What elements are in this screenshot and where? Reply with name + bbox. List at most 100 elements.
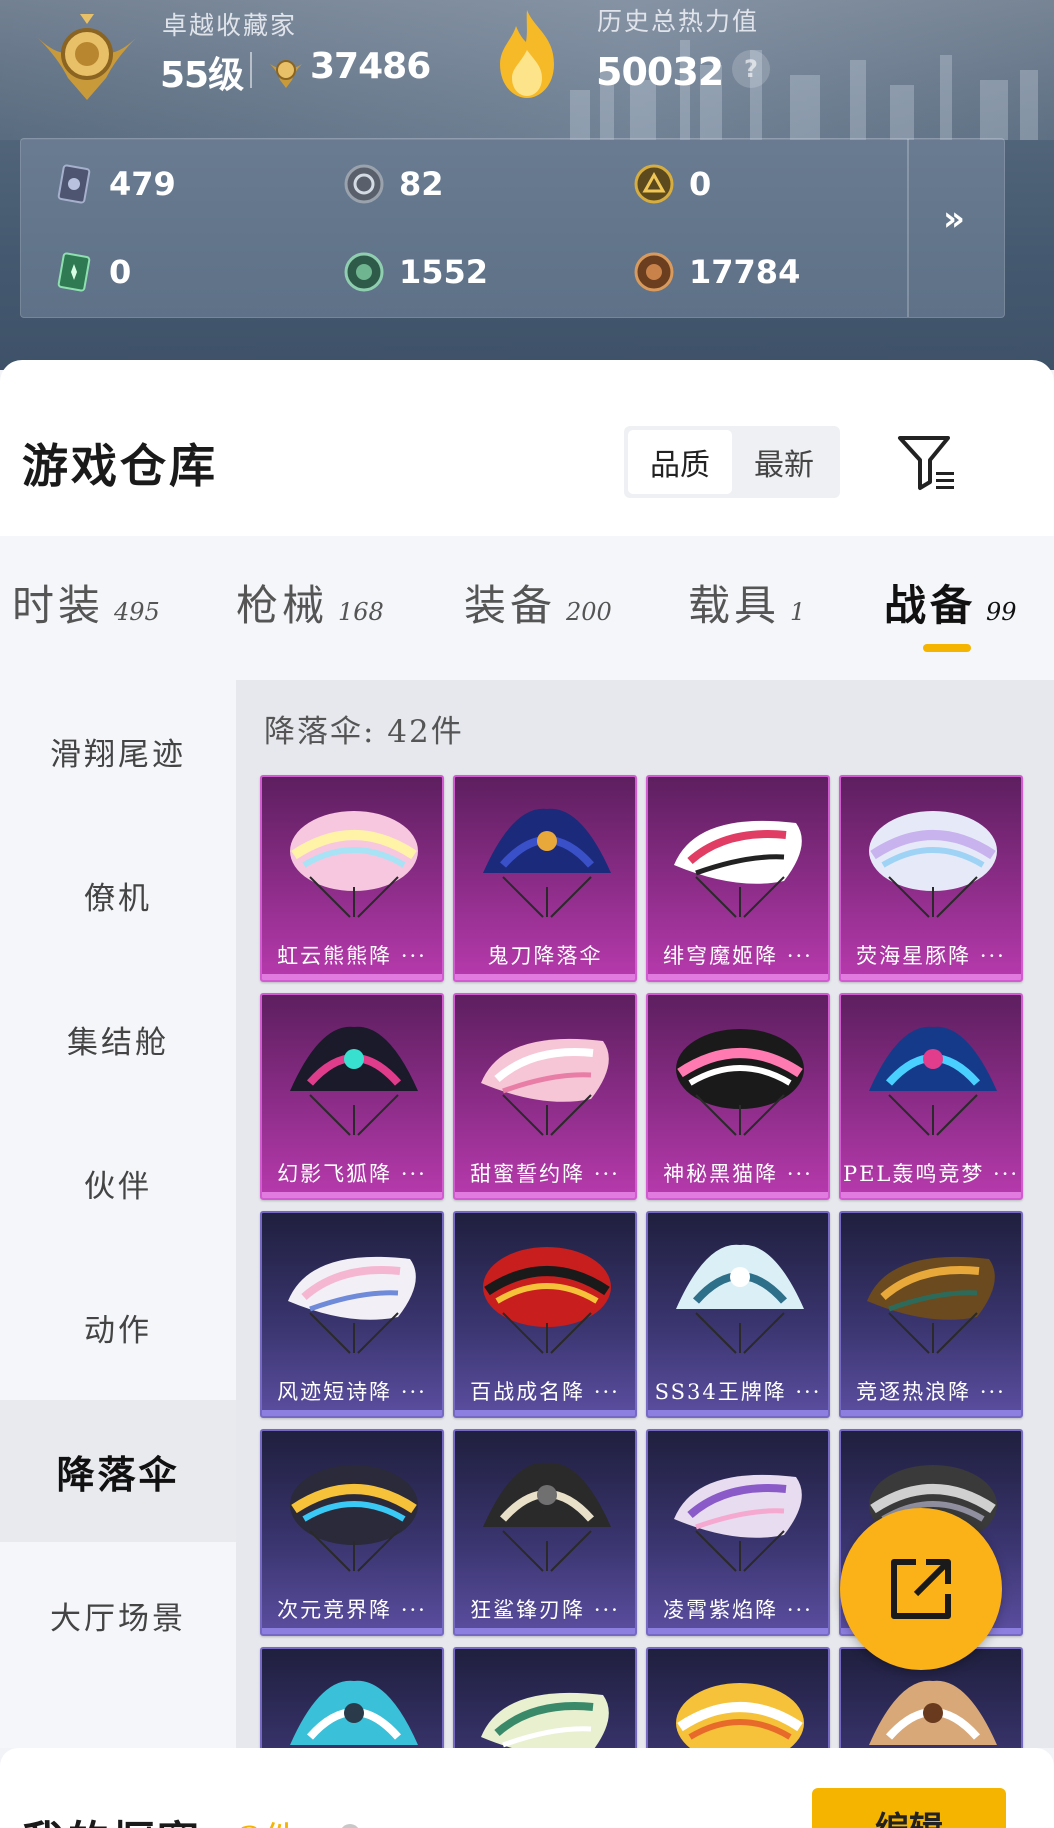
flame-icon (500, 10, 554, 98)
item-card[interactable]: 虹云熊熊降 ··· (260, 775, 444, 982)
parachute-icon (290, 1680, 418, 1745)
item-name: 竞逐热浪降 ··· (856, 1380, 1006, 1404)
tab-vehicles[interactable]: 载具 1 (688, 572, 805, 633)
parachute-icon (483, 1247, 611, 1354)
item-count-label: 降落伞: 42件 (264, 714, 464, 750)
item-card[interactable]: 甜蜜誓约降 ··· (453, 993, 637, 1200)
category-tabs: 时装 495 枪械 168 装备 200 载具 1 战备 99 (0, 536, 1054, 680)
rarity-bar (648, 1192, 828, 1198)
currency-value: 17784 (689, 253, 801, 291)
sort-quality-button[interactable]: 品质 (628, 430, 732, 494)
share-icon (891, 1559, 951, 1619)
help-icon[interactable]: ? (732, 50, 770, 88)
item-name: 虹云熊熊降 ··· (277, 944, 427, 968)
currency-item: 1552 (343, 251, 488, 293)
panel-divider (907, 139, 909, 317)
item-name: 鬼刀降落伞 (487, 944, 603, 968)
sidebar-item-companion[interactable]: 伙伴 (0, 1112, 236, 1254)
filter-icon[interactable] (896, 432, 958, 492)
item-name: 荧海星豚降 ··· (856, 944, 1006, 968)
rarity-bar (841, 1192, 1021, 1198)
item-card[interactable]: 神秘黑猫降 ··· (646, 993, 830, 1200)
item-name: 凌霄紫焰降 ··· (663, 1598, 813, 1622)
parachute-icon (290, 1026, 418, 1136)
parachute-icon (674, 1474, 802, 1572)
item-name: PEL轰鸣竞梦 ··· (842, 1162, 1020, 1186)
rarity-bar (455, 1628, 635, 1634)
item-name: 狂鲨锋刃降 ··· (470, 1598, 620, 1622)
sidebar-item-parachute[interactable]: 降落伞 (0, 1400, 236, 1542)
heat-title: 历史总热力值 (597, 7, 760, 36)
parachute-icon (676, 1683, 804, 1748)
sidebar-item-wingman[interactable]: 僚机 (0, 824, 236, 966)
item-name: 风迹短诗降 ··· (277, 1380, 427, 1404)
sidebar-item-lobby-scene[interactable]: 大厅场景 (0, 1544, 236, 1686)
showcase-title: 我的橱窗 (22, 1808, 202, 1828)
rarity-bar (262, 974, 442, 980)
tab-label: 装备 (464, 581, 557, 630)
parachute-icon (290, 1465, 418, 1572)
tab-equipment[interactable]: 装备 200 (464, 572, 612, 633)
rarity-bar (455, 1410, 635, 1416)
tab-label: 战备 (884, 581, 977, 630)
currency-value: 82 (399, 165, 444, 203)
item-name: 次元竞界降 ··· (277, 1598, 427, 1622)
item-card[interactable]: SS34王牌降 ··· (646, 1211, 830, 1418)
tab-weapons[interactable]: 枪械 168 (236, 572, 384, 633)
item-card[interactable] (453, 1647, 637, 1748)
silver-coin-icon (344, 164, 384, 204)
info-dot-icon[interactable] (340, 1824, 360, 1828)
item-card[interactable]: 凌霄紫焰降 ··· (646, 1429, 830, 1636)
rarity-bar (455, 1192, 635, 1198)
item-card[interactable]: 风迹短诗降 ··· (260, 1211, 444, 1418)
rarity-bar (455, 974, 635, 980)
header-divider (250, 52, 252, 88)
rarity-bar (648, 1410, 828, 1416)
collector-medal-icon (38, 14, 136, 100)
tab-fashion[interactable]: 时装 495 (12, 572, 160, 633)
more-currency-icon[interactable]: » (943, 199, 965, 239)
bronze-coin-icon (634, 252, 674, 292)
tab-combat-prep[interactable]: 战备 99 (884, 572, 1017, 633)
sidebar-item-assembly-pod[interactable]: 集结舱 (0, 968, 236, 1110)
currency-item: 82 (343, 163, 444, 205)
item-card[interactable]: 荧海星豚降 ··· (839, 775, 1023, 982)
item-name: SS34王牌降 ··· (654, 1380, 822, 1404)
rarity-bar (262, 1628, 442, 1634)
share-button[interactable] (840, 1508, 1002, 1670)
parachute-icon (676, 1029, 804, 1136)
item-card[interactable] (260, 1647, 444, 1748)
card-icon (57, 164, 91, 204)
item-name: 甜蜜誓约降 ··· (470, 1162, 620, 1186)
item-name: 百战成名降 ··· (470, 1380, 620, 1404)
item-card[interactable]: 竞逐热浪降 ··· (839, 1211, 1023, 1418)
item-card[interactable]: 百战成名降 ··· (453, 1211, 637, 1418)
item-card[interactable]: 绯穹魔姬降 ··· (646, 775, 830, 982)
item-card[interactable]: 幻影飞狐降 ··· (260, 993, 444, 1200)
parachute-icon (288, 1256, 416, 1354)
rarity-bar (648, 1628, 828, 1634)
item-card[interactable]: 鬼刀降落伞 (453, 775, 637, 982)
points-medal-icon (270, 60, 302, 88)
currency-item: 0 (53, 251, 131, 293)
sidebar-item-glide-trail[interactable]: 滑翔尾迹 (0, 680, 236, 822)
parachute-icon (867, 1256, 995, 1354)
parachute-icon (483, 808, 611, 918)
currency-item: 479 (53, 163, 176, 205)
collector-points: 37486 (310, 46, 431, 87)
currency-panel[interactable]: 479 82 0 0 1552 17784 » (20, 138, 1005, 318)
sort-newest-button[interactable]: 最新 (732, 430, 836, 494)
rarity-bar (648, 974, 828, 980)
sidebar-item-emote[interactable]: 动作 (0, 1256, 236, 1398)
tab-label: 枪械 (236, 581, 329, 630)
active-tab-indicator (923, 644, 971, 652)
item-name: 幻影飞狐降 ··· (277, 1162, 427, 1186)
item-card[interactable] (646, 1647, 830, 1748)
item-card[interactable]: 次元竞界降 ··· (260, 1429, 444, 1636)
tab-count: 168 (338, 598, 384, 626)
edit-button[interactable]: 编辑 (812, 1788, 1006, 1828)
tab-count: 1 (790, 598, 806, 626)
rarity-bar (841, 974, 1021, 980)
item-card[interactable]: PEL轰鸣竞梦 ··· (839, 993, 1023, 1200)
item-card[interactable]: 狂鲨锋刃降 ··· (453, 1429, 637, 1636)
